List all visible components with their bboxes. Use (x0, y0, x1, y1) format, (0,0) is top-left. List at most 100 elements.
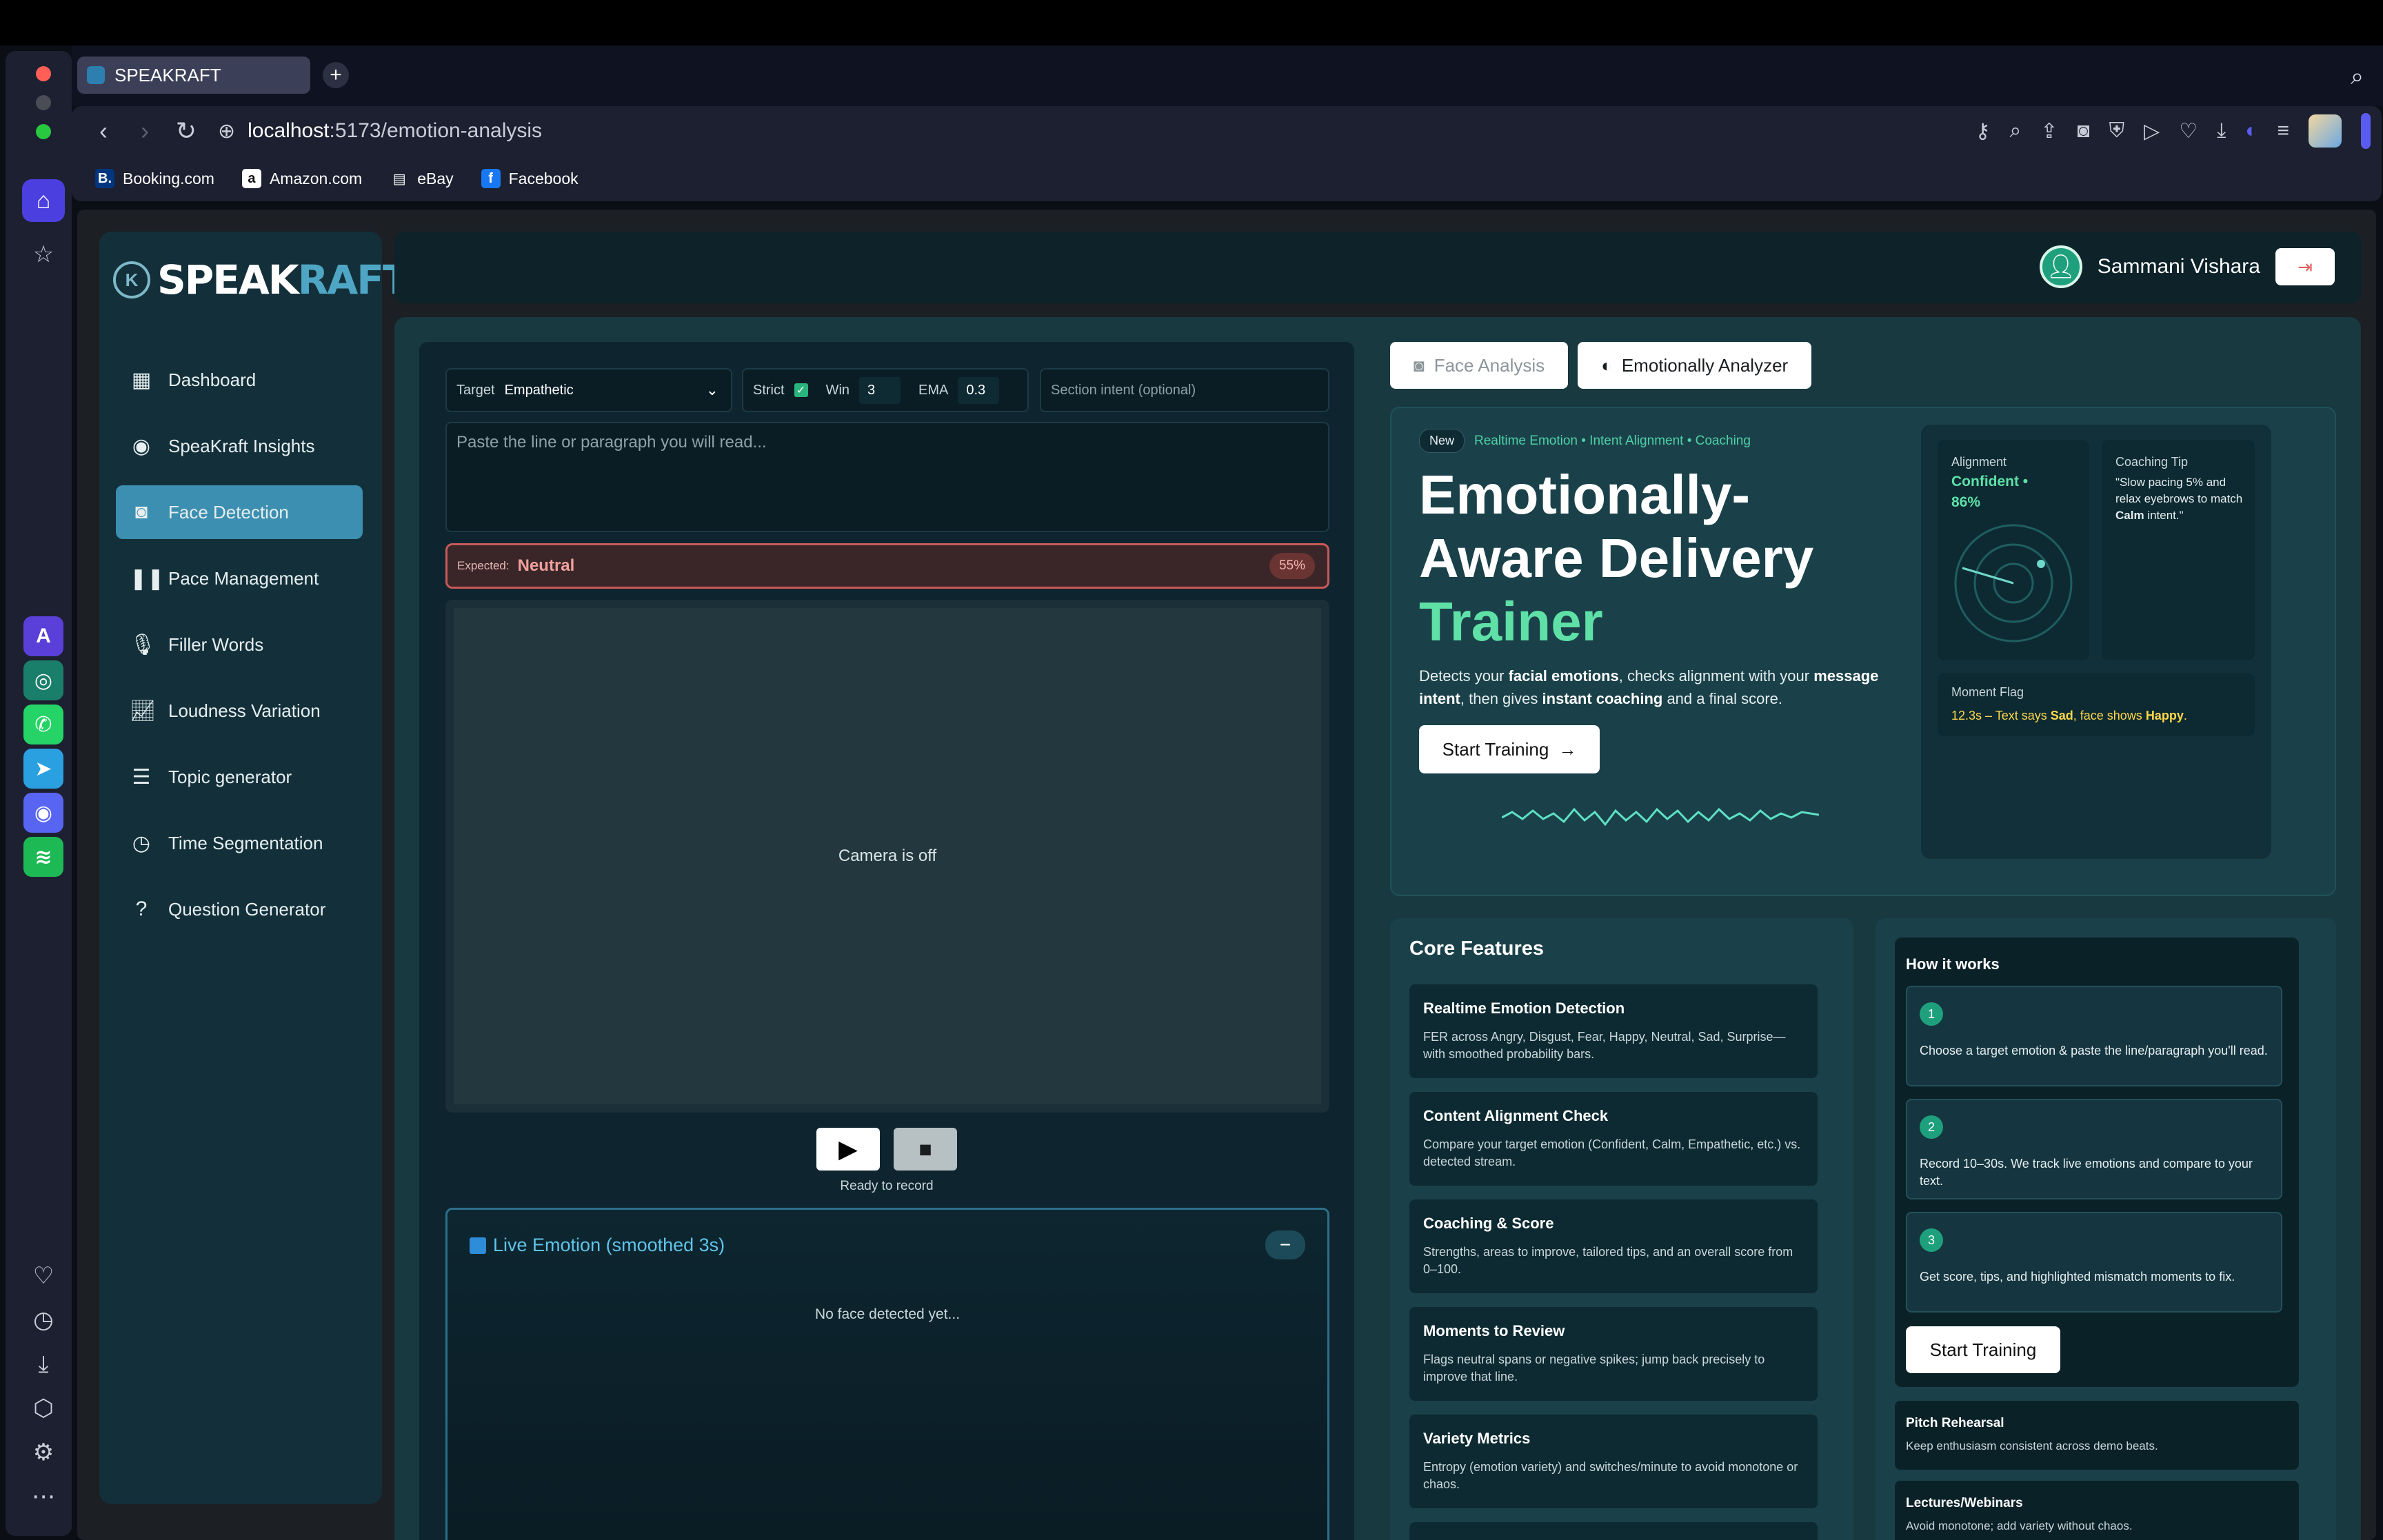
key-icon[interactable]: ⚷ (1975, 119, 1991, 143)
heart-icon[interactable]: ♡ (22, 1255, 65, 1297)
user-avatar-icon[interactable]: 👤︎ (2039, 245, 2082, 288)
target-select[interactable]: Target Empathetic ⌄ (445, 368, 732, 412)
sidebar-item-insights[interactable]: ◉ SpeaKraft Insights (116, 419, 363, 473)
address-bar: ‹ › ↻ ⊕ localhost:5173/emotion-analysis … (72, 106, 2382, 156)
ema-input[interactable]: 0.3 (958, 376, 1000, 404)
expected-label: Expected: (457, 559, 510, 572)
sidebar-item-label: Filler Words (168, 634, 264, 655)
win-input[interactable]: 3 (859, 376, 901, 404)
play-icon[interactable]: ▷ (2144, 119, 2160, 143)
extension-icon[interactable]: ◐ (2245, 119, 2258, 143)
hero-title-line-1: Emotionally- (1419, 464, 1751, 525)
step-card: 2 Record 10–30s. We track live emotions … (1906, 1099, 2282, 1199)
bookmark-facebook[interactable]: f Facebook (481, 169, 579, 188)
win-label: Win (825, 382, 850, 398)
usecase-card: Pitch Rehearsal Keep enthusiasm consiste… (1895, 1401, 2299, 1470)
discord-icon[interactable]: ◉ (23, 793, 63, 833)
hero-tagline: Realtime Emotion • Intent Alignment • Co… (1474, 433, 1751, 448)
maximize-window-dot[interactable] (36, 124, 51, 139)
bookmark-amazon[interactable]: a Amazon.com (241, 169, 362, 188)
tab-bar: SPEAKRAFT + ⌕ (72, 45, 2383, 106)
browser-app-rail: ⌂ ☆ A ◎ ✆ ➤ ◉ ≋ ♡ ◷ ⤓ ⬡ ⚙ ⋯ (6, 51, 72, 1536)
expected-percent-badge: 55% (1269, 553, 1315, 579)
bookmark-booking[interactable]: B. Booking.com (95, 169, 214, 188)
bookmark-label: Booking.com (123, 169, 214, 188)
section-intent-input[interactable]: Section intent (optional) (1040, 368, 1329, 412)
profile-avatar[interactable] (2309, 114, 2342, 148)
telegram-icon[interactable]: ➤ (23, 749, 63, 789)
brain-icon: ◐ (1601, 354, 1612, 376)
share-icon[interactable]: ⇪ (2040, 119, 2058, 143)
step-number: 2 (1920, 1115, 1943, 1139)
heart-icon[interactable]: ♡ (2179, 119, 2198, 143)
tab-title: SPEAKRAFT (114, 64, 221, 85)
download-icon[interactable]: ⤓ (2217, 119, 2226, 143)
sidebar-item-pace[interactable]: ❚❚ Pace Management (116, 551, 363, 605)
record-stop-button[interactable]: ■ (894, 1128, 957, 1171)
sidebar-item-topic[interactable]: ☰ Topic generator (116, 750, 363, 804)
sidebar-toggle[interactable] (2361, 113, 2371, 149)
close-window-dot[interactable] (36, 66, 51, 81)
usecase-title: Pitch Rehearsal (1906, 1416, 2004, 1430)
collapse-button[interactable]: − (1265, 1230, 1305, 1259)
script-textarea[interactable]: Paste the line or paragraph you will rea… (445, 422, 1329, 532)
camera-icon[interactable]: ◙ (2077, 119, 2089, 143)
strict-checkbox[interactable]: ✓ (794, 383, 808, 397)
strict-label: Strict (753, 382, 785, 398)
brand-logo[interactable]: K SPEAKRAFT (113, 256, 410, 303)
feature-desc: Compare your target emotion (Confident, … (1423, 1137, 1801, 1168)
download-icon[interactable]: ⤓ (22, 1343, 65, 1386)
analysis-tabs: ◙ Face Analysis ◐ Emotionally Analyzer (1390, 342, 1812, 389)
zoom-icon[interactable]: ⌕ (2010, 119, 2022, 143)
back-icon[interactable]: ‹ (83, 116, 124, 145)
shield-icon[interactable]: ⛨ (2109, 119, 2125, 143)
chevron-down-icon: ⌄ (705, 381, 718, 398)
start-training-button[interactable]: Start Training → (1419, 725, 1600, 773)
amazon-icon: a (241, 169, 261, 188)
history-icon[interactable]: ◷ (22, 1299, 65, 1341)
desc-bold: instant coaching (1542, 690, 1663, 707)
minimize-window-dot[interactable] (36, 95, 51, 110)
star-icon[interactable]: ☆ (22, 233, 65, 276)
sidebar-item-face-detection[interactable]: ◙ Face Detection (116, 485, 363, 539)
tab-face-analysis[interactable]: ◙ Face Analysis (1390, 342, 1569, 389)
step-number: 1 (1920, 1002, 1943, 1026)
cube-icon[interactable]: ⬡ (22, 1387, 65, 1430)
no-face-message: No face detected yet... (814, 1306, 961, 1322)
logout-button[interactable]: ⇥ (2275, 248, 2335, 285)
chatgpt-icon[interactable]: ◎ (23, 660, 63, 700)
tab-emotionally-analyzer[interactable]: ◐ Emotionally Analyzer (1578, 342, 1812, 389)
new-tab-button[interactable]: + (323, 62, 349, 88)
sidebar-item-time[interactable]: ◷ Time Segmentation (116, 816, 363, 870)
spotify-icon[interactable]: ≋ (23, 837, 63, 877)
more-icon[interactable]: ⋯ (22, 1475, 65, 1518)
bookmark-label: Facebook (508, 169, 579, 188)
url-field[interactable]: ⊕ localhost:5173/emotion-analysis (218, 119, 542, 143)
app-arc-icon[interactable]: A (23, 616, 63, 656)
home-icon[interactable]: ⌂ (22, 179, 65, 222)
search-icon[interactable]: ⌕ (2351, 63, 2364, 90)
reload-icon[interactable]: ↻ (165, 116, 207, 145)
how-start-training-button[interactable]: Start Training (1906, 1326, 2060, 1373)
sidebar-item-filler[interactable]: 🎙︎ Filler Words (116, 618, 363, 671)
forward-icon[interactable]: › (124, 116, 165, 145)
desc-text: , checks alignment with your (1618, 667, 1814, 685)
whatsapp-icon[interactable]: ✆ (23, 705, 63, 744)
record-play-button[interactable]: ▶ (816, 1128, 880, 1171)
stop-icon: ■ (918, 1136, 932, 1162)
hero-title: Emotionally- Aware Delivery Trainer (1419, 463, 1813, 654)
bookmark-ebay[interactable]: ▤ eBay (390, 169, 454, 188)
sidebar-item-question[interactable]: ? Question Generator (116, 882, 363, 936)
settings-icon[interactable]: ⚙ (22, 1431, 65, 1474)
camera-icon: ◙ (134, 500, 148, 523)
sidebar-item-loudness[interactable]: 📈︎ Loudness Variation (116, 684, 363, 738)
usecase-desc: Keep enthusiasm consistent across demo b… (1906, 1439, 2158, 1452)
feature-title: Content Alignment Check (1423, 1107, 1609, 1124)
tip-text: "Slow pacing 5% and relax eyebrows to ma… (2115, 474, 2246, 524)
menu-icon[interactable]: ≡ (2277, 119, 2289, 143)
sidebar-item-dashboard[interactable]: ▦ Dashboard (116, 353, 363, 407)
how-it-works-panel: How it works 1 Choose a target emotion &… (1876, 918, 2336, 1540)
feature-card: Content Alignment Check Compare your tar… (1409, 1092, 1818, 1186)
radar-icon (1954, 524, 2073, 642)
browser-tab[interactable]: SPEAKRAFT (77, 57, 310, 94)
